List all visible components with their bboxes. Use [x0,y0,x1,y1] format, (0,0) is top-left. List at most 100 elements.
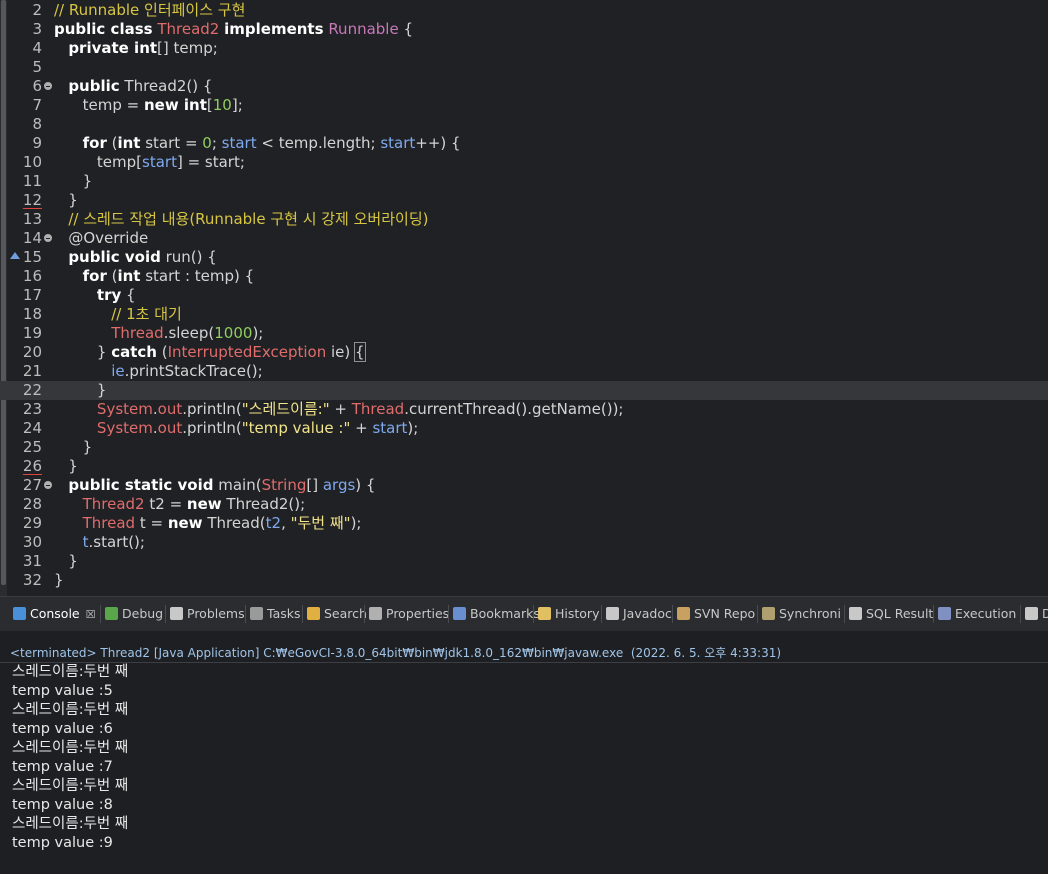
tab-bookmarks[interactable]: Bookmarks [453,603,540,625]
line-number: 21 [22,362,42,380]
tab-execution[interactable]: Execution [938,603,1016,625]
line-number: 2 [32,1,42,19]
code-line[interactable]: 23 System.out.println("스레드이름:" + Thread.… [0,400,1048,419]
table-icon [849,607,862,620]
code-line[interactable]: 27 public static void main(String[] args… [0,476,1048,495]
code-line[interactable]: 18 // 1초 대기 [0,305,1048,324]
code-line[interactable]: 21 ie.printStackTrace(); [0,362,1048,381]
line-number: 15 [22,248,42,266]
code-text: private int[] temp; [68,39,218,57]
code-line[interactable]: 7 temp = new int[10]; [0,96,1048,115]
code-text: System.out.println("스레드이름:" + Thread.cur… [96,400,624,418]
tab-label: History [555,606,600,621]
line-number: 32 [22,571,42,589]
code-editor[interactable]: 2 // Runnable 인터페이스 구현 3 public class Threa… [0,0,1048,596]
code-line[interactable]: 14 @Override [0,229,1048,248]
tab-problems[interactable]: Problems [170,603,245,625]
javadoc-icon [606,607,619,620]
close-icon[interactable]: ☒ [86,608,96,621]
line-number: 25 [22,438,42,456]
code-line[interactable]: 16 for (int start : temp) { [0,267,1048,286]
tab-label: Console [30,606,80,621]
tab-properties[interactable]: Properties [369,603,449,625]
code-line[interactable]: 9 for (int start = 0; start < temp.lengt… [0,134,1048,153]
code-line[interactable]: 30 t.start(); [0,533,1048,552]
code-line[interactable]: 15 public void run() { [0,248,1048,267]
tab-javadoc[interactable]: Javadoc [606,603,672,625]
properties-icon [369,607,382,620]
code-text: } [54,457,78,475]
tab-label: Properties [386,606,450,621]
code-line[interactable]: 3 public class Thread2 implements Runnabl… [0,20,1048,39]
line-number: 12 [22,191,42,209]
code-line[interactable]: 13 // 스레드 작업 내용(Runnable 구현 시 강제 오버라이딩) [0,210,1048,229]
code-line[interactable]: 29 Thread t = new Thread(t2, "두번 째"); [0,514,1048,533]
code-line[interactable]: 12 } [0,191,1048,210]
problems-icon [170,607,183,620]
code-line[interactable]: 4 private int[] temp; [0,39,1048,58]
line-number: 22 [22,381,42,399]
code-line[interactable]: 28 Thread2 t2 = new Thread2(); [0,495,1048,514]
code-line[interactable]: 6 public Thread2() { [0,77,1048,96]
code-text: @Override [68,229,149,247]
pin-icon [1025,607,1038,620]
tab-separator [364,605,365,623]
line-number: 31 [22,552,42,570]
console-line: 스레드이름:두번 째 [12,740,129,756]
code-text: // 스레드 작업 내용(Runnable 구현 시 강제 오버라이딩) [68,210,429,228]
tab-separator [533,605,534,623]
tasks-icon [250,607,263,620]
tab-svn-repo[interactable]: SVN Repo [677,603,755,625]
tab-sql-result[interactable]: SQL Result [849,603,933,625]
console-line: 스레드이름:두번 째 [12,816,129,832]
code-line[interactable]: 26 } [0,457,1048,476]
line-number: 16 [22,267,42,285]
code-line[interactable]: 31 } [0,552,1048,571]
code-line[interactable]: 5 [0,58,1048,77]
code-text: } [54,172,93,190]
bottom-panel-tab-bar: Console ☒ Debug Problems Tasks Search Properti… [0,596,1048,631]
code-line[interactable]: 32} [0,571,1048,590]
tab-label: Javadoc [623,606,672,621]
tab-d[interactable]: D [1025,603,1048,625]
tab-tasks[interactable]: Tasks [250,603,301,625]
code-line[interactable]: 20 } catch (InterruptedException ie) { [0,342,1048,362]
console-line: 스레드이름:두번 째 [12,664,129,680]
fold-collapse-icon[interactable] [44,82,52,90]
code-text: public Thread2() { [68,77,213,95]
console-line: temp value :7 [12,759,113,775]
code-line[interactable]: 17 try { [0,286,1048,305]
tab-synchroni[interactable]: Synchroni [762,603,841,625]
code-text: for (int start = 0; start < temp.length;… [82,134,461,152]
line-number: 11 [22,172,42,190]
fold-collapse-icon[interactable] [44,234,52,242]
code-line[interactable]: 25 } [0,438,1048,457]
code-area[interactable]: 2 // Runnable 인터페이스 구현 3 public class Threa… [0,1,1048,590]
code-line[interactable]: 8 [0,115,1048,134]
console-line: temp value :9 [12,835,113,851]
tab-label: SVN Repo [694,606,756,621]
fold-collapse-icon[interactable] [44,481,52,489]
tab-history[interactable]: History [538,603,599,625]
code-text: // 1초 대기 [111,305,182,323]
code-line[interactable]: 22 } [0,381,1048,400]
tab-label: Tasks [267,606,301,621]
console-output[interactable]: 스레드이름:두번 째 temp value :5 스레드이름:두번 째 temp va… [0,663,1048,853]
tab-label: Bookmarks [470,606,540,621]
tab-search[interactable]: Search [307,603,367,625]
search-icon [307,607,320,620]
code-line[interactable]: 10 temp[start] = start; [0,153,1048,172]
code-line[interactable]: 19 Thread.sleep(1000); [0,324,1048,343]
line-number: 17 [22,286,42,304]
tab-console[interactable]: Console ☒ [13,603,96,625]
code-text: t.start(); [82,533,145,551]
code-line[interactable]: 24 System.out.println("temp value :" + s… [0,419,1048,438]
tab-label: D [1042,606,1048,621]
code-text: System.out.println("temp value :" + star… [96,419,419,437]
tab-debug[interactable]: Debug [105,603,163,625]
tab-separator [672,605,673,623]
console-icon [13,607,26,620]
code-line[interactable]: 2 // Runnable 인터페이스 구현 [0,1,1048,20]
console-line: 스레드이름:두번 째 [12,702,129,718]
code-line[interactable]: 11 } [0,172,1048,191]
